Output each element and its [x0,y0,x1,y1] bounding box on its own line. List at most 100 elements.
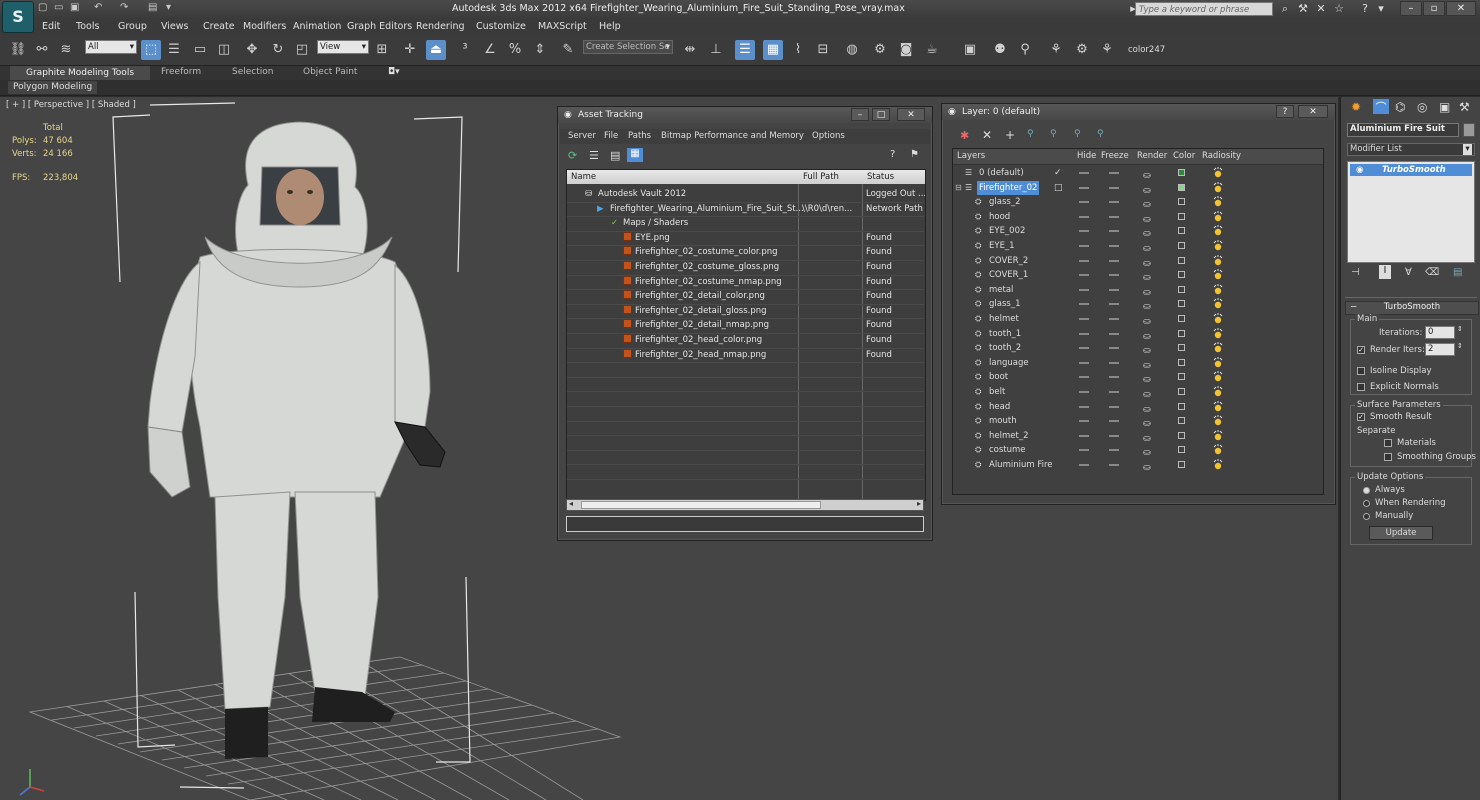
render-teapot-icon[interactable]: ⛀ [1143,461,1151,475]
select-object-icon[interactable]: ⬚ [141,40,161,60]
asset-menu-file[interactable]: File [604,131,618,141]
help-icon[interactable]: ? [890,149,895,160]
hide-toggle[interactable] [1079,186,1089,189]
spinner-snap-icon[interactable]: ⇕ [530,40,550,60]
hide-toggle[interactable] [1079,288,1089,291]
layer-color-swatch[interactable] [1178,417,1185,425]
layer-row[interactable]: ⛭ EYE_002 ⛀ [953,224,1321,239]
search-input[interactable]: Type a keyword or phrase [1135,2,1273,16]
hide-toggle[interactable] [1079,434,1089,437]
layer-color-swatch[interactable] [1178,227,1185,235]
layer-row[interactable]: ⛭ tooth_1 ⛀ [953,327,1321,342]
asset-menu-paths[interactable]: Paths [628,131,651,141]
layer-row[interactable]: ⛭ COVER_1 ⛀ [953,268,1321,283]
freeze-toggle[interactable] [1109,391,1119,393]
window-crossing-icon[interactable]: ◫ [214,40,234,60]
panel-polygon-modeling[interactable]: Polygon Modeling [8,81,98,94]
layer-color-swatch[interactable] [1178,446,1185,454]
select-scale-icon[interactable]: ◰ [292,40,312,60]
layer-row[interactable]: ⛭ Aluminium Fire Su ⛀ [953,458,1321,473]
smoothing-groups-checkbox[interactable] [1384,453,1392,461]
layer-row[interactable]: ⛭ mouth ⛀ [953,414,1321,429]
angle-snap-icon[interactable]: ∠ [480,40,500,60]
redo-icon[interactable]: ↷ [120,2,128,16]
select-rotate-icon[interactable]: ↻ [268,40,288,60]
selection-filter-dropdown[interactable]: All ▾ [85,40,137,54]
tab-object-paint[interactable]: Object Paint [303,67,357,77]
radiosity-icon[interactable] [1213,181,1223,193]
radiosity-icon[interactable] [1213,196,1223,207]
object-name-field[interactable]: Aluminium Fire Suit [1347,123,1459,137]
render-iters-checkbox[interactable]: ✓ [1357,346,1365,354]
stack-item-turbosmooth[interactable]: ◉ TurboSmooth [1350,164,1472,176]
layer-color-swatch[interactable] [1178,300,1185,308]
layer-color-swatch[interactable] [1178,285,1185,293]
freeze-toggle[interactable] [1109,259,1119,262]
modifier-list-dropdown[interactable]: Modifier List ▾ [1347,143,1475,156]
link-icon[interactable]: ⛓ [8,40,28,60]
curve-editor-icon[interactable]: ⌇ [788,40,808,60]
hide-unhide-icon[interactable]: ⚲ [1074,129,1081,139]
asset-menu-server[interactable]: Server [568,131,596,141]
asset-menu-options[interactable]: Options [812,131,845,141]
freeze-toggle[interactable] [1109,420,1119,423]
hide-toggle[interactable] [1079,303,1089,306]
hide-toggle[interactable] [1079,274,1089,277]
layer-row[interactable]: ⛭ costume ⛀ [953,443,1321,458]
help-dropdown-icon[interactable]: ▾ [1374,2,1388,16]
refresh-icon[interactable]: ⟳ [568,149,577,162]
select-manipulate-icon[interactable]: ✛ [400,40,420,60]
layer-color-swatch[interactable] [1178,183,1185,191]
hide-toggle[interactable] [1079,172,1089,174]
layer-color-swatch[interactable] [1178,388,1185,395]
layer-row[interactable]: ⛭ EYE_1 ⛀ [953,239,1321,254]
layer-row[interactable]: ☰ ⊟ Firefighter_02 □ ⛀ [953,180,1321,196]
favorites-star-icon[interactable]: ☆ [1332,2,1346,16]
context-help-icon[interactable]: ⚑ [910,149,919,160]
pin-stack-icon[interactable]: ⊣ [1351,267,1360,278]
list-item[interactable]: Firefighter_02_detail_color.png Found [567,289,924,305]
hide-toggle[interactable] [1079,347,1089,350]
layer-row[interactable]: ⛭ head ⛀ [953,400,1321,415]
hide-toggle[interactable] [1079,464,1089,466]
radiosity-icon[interactable] [1213,167,1223,178]
highlight-layer-icon[interactable]: ⚲ [1050,129,1057,139]
layer-color-swatch[interactable] [1178,169,1185,176]
radiosity-icon[interactable] [1213,298,1223,309]
maximize-button[interactable]: ▫ [1423,1,1445,16]
add-to-layer-icon[interactable]: + [1005,128,1015,142]
layer-color-swatch[interactable] [1178,198,1185,206]
menu-tools[interactable]: Tools [76,21,99,32]
undo-icon[interactable]: ↶ [94,2,102,16]
render-setup-icon[interactable]: ⚙ [870,40,890,60]
radiosity-icon[interactable] [1213,356,1223,368]
list-item[interactable]: ⛁ Autodesk Vault 2012 Logged Out ... [567,187,925,203]
layer-row[interactable]: ⛭ glass_2 ⛀ [953,195,1321,210]
list-item[interactable]: EYE.png Found [567,231,924,247]
render-iters-spinner-icon[interactable]: ⇕ [1457,342,1463,350]
edit-named-selection-icon[interactable]: ✎ [558,40,578,60]
radiosity-icon[interactable] [1213,415,1223,426]
project-folder-icon[interactable]: ▤ [148,2,157,16]
layer-color-swatch[interactable] [1178,344,1185,352]
schematic-view-icon[interactable]: ⊟ [813,40,833,60]
make-unique-icon[interactable]: ∀ [1405,267,1412,278]
layer-color-swatch[interactable] [1178,256,1185,264]
radiosity-icon[interactable] [1213,240,1223,251]
menu-maxscript[interactable]: MAXScript [538,21,587,32]
create-tab-icon[interactable]: ✹ [1351,100,1361,114]
list-item[interactable]: Firefighter_02_costume_nmap.png Found [567,275,924,291]
vray-icon-1[interactable]: ▣ [960,40,980,60]
radiosity-icon[interactable] [1213,400,1223,412]
layer-color-swatch[interactable] [1178,461,1185,468]
layer-color-swatch[interactable] [1178,402,1185,410]
hide-toggle[interactable] [1079,449,1089,452]
binoculars-icon[interactable]: ⌕ [1278,2,1292,16]
vray-icon-4[interactable]: ⚘ [1046,40,1066,60]
list-item[interactable]: ✓ Maps / Shaders [567,216,924,232]
new-file-icon[interactable]: ▢ [38,2,47,16]
freeze-toggle[interactable] [1109,288,1119,291]
turbosmooth-rollout-header[interactable]: − TurboSmooth [1345,301,1479,315]
modifier-stack[interactable]: ◉ TurboSmooth [1347,161,1475,263]
rectangular-selection-icon[interactable]: ▭ [190,40,210,60]
